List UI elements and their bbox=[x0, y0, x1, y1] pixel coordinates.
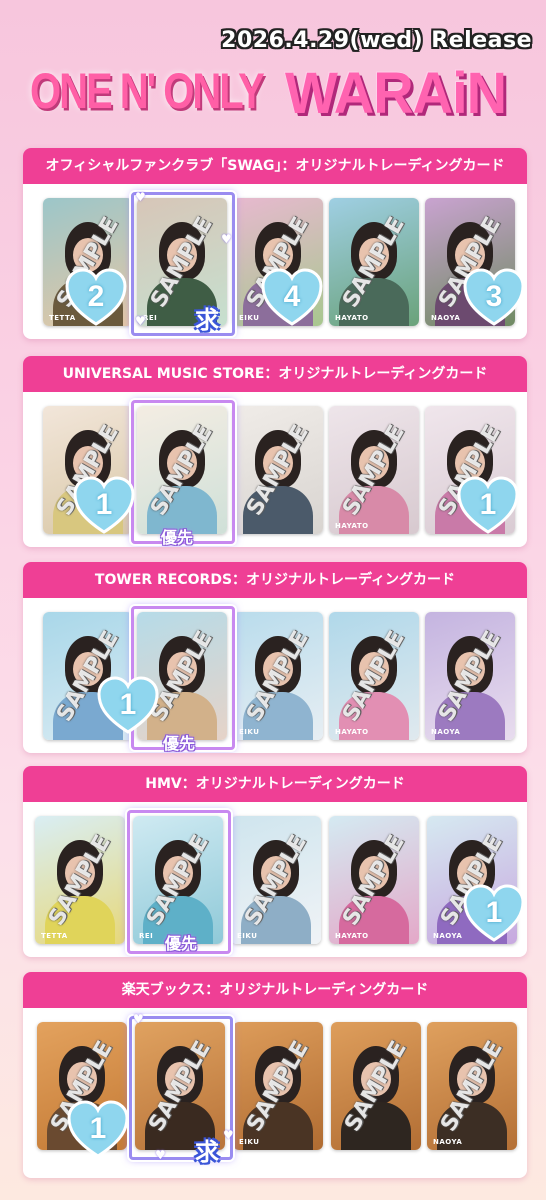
trading-card[interactable]: SAMPLE TETTA bbox=[43, 198, 133, 326]
trading-card[interactable]: SAMPLE NAOYA bbox=[425, 612, 515, 740]
trading-card[interactable]: SAMPLE REI bbox=[133, 816, 223, 944]
section-rakuten-books: 楽天ブックス：オリジナルトレーディングカード SAMPLE SAMPLE SAM… bbox=[23, 972, 527, 1178]
heart-decoration-icon: ♥ bbox=[221, 232, 232, 246]
section-title: TOWER RECORDS：オリジナルトレーディングカード bbox=[23, 562, 527, 598]
member-name: HAYATO bbox=[335, 932, 369, 940]
trading-card[interactable]: SAMPLE EIKU bbox=[233, 1022, 323, 1150]
member-name: HAYATO bbox=[335, 728, 369, 736]
trading-card[interactable]: SAMPLE EIKU bbox=[233, 612, 323, 740]
trading-card[interactable]: SAMPLE bbox=[331, 1022, 421, 1150]
trading-card[interactable]: SAMPLE bbox=[137, 406, 227, 534]
trading-card[interactable]: SAMPLE bbox=[135, 1022, 225, 1150]
trading-card[interactable]: SAMPLE EIKU bbox=[231, 816, 321, 944]
member-name: EIKU bbox=[237, 932, 258, 940]
trading-card[interactable]: SAMPLE HAYATO bbox=[329, 198, 419, 326]
member-name: HAYATO bbox=[335, 314, 369, 322]
heart-decoration-icon: ♥ bbox=[133, 1012, 144, 1026]
card-row: SAMPLE SAMPLE SAMPLE EIKU SAMPLE SAMPLE … bbox=[23, 1008, 527, 1178]
trading-card[interactable]: SAMPLE EIKU bbox=[233, 198, 323, 326]
heart-decoration-icon: ♥ bbox=[135, 190, 146, 204]
trading-card[interactable]: SAMPLE HAYATO bbox=[329, 406, 419, 534]
section-title: 楽天ブックス：オリジナルトレーディングカード bbox=[23, 972, 527, 1008]
priority-badge: 優先 bbox=[161, 528, 194, 547]
album-logo: WARAiN bbox=[285, 59, 507, 126]
member-name: TETTA bbox=[49, 314, 76, 322]
wanted-badge: 求 bbox=[195, 1138, 219, 1166]
card-row: SAMPLE TETTA SAMPLE REI SAMPLE EIKU SAMP… bbox=[23, 184, 527, 339]
trading-card[interactable]: SAMPLE TETTA bbox=[35, 816, 125, 944]
trading-card[interactable]: SAMPLE bbox=[233, 406, 323, 534]
member-name: HAYATO bbox=[335, 522, 369, 530]
card-row: SAMPLE SAMPLE SAMPLE SAMPLE HAYATO SAMPL… bbox=[23, 392, 527, 547]
section-swag: オフィシャルファンクラブ「SWAG」：オリジナルトレーディングカード SAMPL… bbox=[23, 148, 527, 339]
section-hmv: HMV：オリジナルトレーディングカード SAMPLE TETTA SAMPLE … bbox=[23, 766, 527, 957]
heart-decoration-icon: ♥ bbox=[135, 314, 146, 328]
artist-logo: ONE N' ONLY bbox=[30, 64, 265, 120]
wanted-badge: 求 bbox=[195, 306, 219, 334]
section-title: HMV：オリジナルトレーディングカード bbox=[23, 766, 527, 802]
trading-card[interactable]: SAMPLE NAOYA bbox=[425, 198, 515, 326]
trading-card[interactable]: SAMPLE bbox=[37, 1022, 127, 1150]
member-name: EIKU bbox=[239, 1138, 260, 1146]
trading-card[interactable]: SAMPLE bbox=[425, 406, 515, 534]
priority-badge: 優先 bbox=[163, 734, 196, 753]
member-name: EIKU bbox=[239, 314, 260, 322]
trading-card[interactable]: SAMPLE NAOYA bbox=[427, 816, 517, 944]
member-name: NAOYA bbox=[433, 932, 463, 940]
heart-decoration-icon: ♥ bbox=[223, 1128, 234, 1142]
section-title: オフィシャルファンクラブ「SWAG」：オリジナルトレーディングカード bbox=[23, 148, 527, 184]
trading-card[interactable]: SAMPLE NAOYA bbox=[427, 1022, 517, 1150]
member-name: NAOYA bbox=[431, 314, 461, 322]
trading-card[interactable]: SAMPLE bbox=[43, 612, 133, 740]
member-name: EIKU bbox=[239, 728, 260, 736]
release-date: 2026.4.29(wed) Release bbox=[221, 28, 532, 53]
heart-decoration-icon: ♥ bbox=[155, 1148, 166, 1162]
priority-badge: 優先 bbox=[165, 934, 198, 953]
section-universal: UNIVERSAL MUSIC STORE：オリジナルトレーディングカード SA… bbox=[23, 356, 527, 547]
section-tower-records: TOWER RECORDS：オリジナルトレーディングカード SAMPLE SAM… bbox=[23, 562, 527, 753]
trading-card[interactable]: SAMPLE HAYATO bbox=[329, 816, 419, 944]
section-title: UNIVERSAL MUSIC STORE：オリジナルトレーディングカード bbox=[23, 356, 527, 392]
member-name: TETTA bbox=[41, 932, 68, 940]
trading-card[interactable]: SAMPLE bbox=[43, 406, 133, 534]
trading-card[interactable]: SAMPLE HAYATO bbox=[329, 612, 419, 740]
member-name: NAOYA bbox=[431, 728, 461, 736]
member-name: REI bbox=[139, 932, 154, 940]
card-row: SAMPLE TETTA SAMPLE REI SAMPLE EIKU SAMP… bbox=[23, 802, 527, 957]
member-name: NAOYA bbox=[433, 1138, 463, 1146]
trading-card[interactable]: SAMPLE bbox=[137, 612, 227, 740]
card-row: SAMPLE SAMPLE SAMPLE EIKU SAMPLE HAYATO … bbox=[23, 598, 527, 753]
